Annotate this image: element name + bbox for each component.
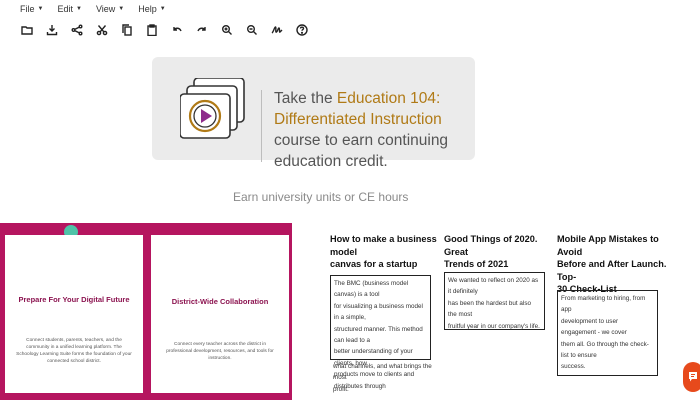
- chat-bubble-icon: [689, 372, 697, 382]
- feature-card[interactable]: Prepare For Your Digital Future Connect …: [5, 235, 143, 393]
- feature-card-description: Connect students, parents, teachers, and…: [16, 338, 132, 364]
- feature-card-title: District-Wide Collaboration: [171, 297, 269, 306]
- article-title-line: Before and After Launch. Top-: [557, 259, 667, 282]
- excerpt-line: fruitful year in our company's life.: [448, 322, 540, 330]
- article-title[interactable]: Good Things of 2020. Great Trends of 202…: [444, 233, 554, 271]
- excerpt-line: structured manner. This method can lead …: [334, 325, 423, 345]
- help-icon[interactable]: [289, 20, 314, 40]
- article-excerpt: We wanted to reflect on 2020 as it defin…: [444, 272, 545, 330]
- menu-bar: File ▼ Edit ▼ View ▼ Help ▼: [0, 0, 700, 18]
- caret-down-icon: ▼: [37, 6, 44, 12]
- cut-icon[interactable]: [89, 20, 114, 40]
- article-excerpt-overflow: what channels, and what brings the most …: [333, 361, 434, 395]
- promo-text: Take the Education 104: Differentiated I…: [274, 88, 474, 172]
- paste-icon[interactable]: [139, 20, 164, 40]
- excerpt-line: for visualizing a business model in a si…: [334, 302, 423, 322]
- undo-icon[interactable]: [164, 20, 189, 40]
- redo-icon[interactable]: [189, 20, 214, 40]
- menu-file-label: File: [20, 4, 35, 14]
- excerpt-line: The BMC (business model canvas) is a too…: [334, 280, 409, 299]
- share-icon[interactable]: [64, 20, 89, 40]
- menu-help[interactable]: Help ▼: [138, 4, 165, 14]
- article-title-line: Trends of 2021: [444, 259, 509, 269]
- signature-icon[interactable]: [264, 20, 289, 40]
- caret-down-icon: ▼: [159, 6, 166, 12]
- caret-down-icon: ▼: [118, 6, 125, 12]
- article-title-line: Good Things of 2020. Great: [444, 234, 538, 257]
- menu-help-label: Help: [138, 4, 157, 14]
- promo-divider: [261, 90, 262, 162]
- course-name-link-2[interactable]: Differentiated Instruction: [274, 109, 474, 130]
- excerpt-line: success.: [561, 363, 586, 371]
- folder-open-icon[interactable]: [14, 20, 39, 40]
- promo-prefix: Take the: [274, 90, 337, 107]
- menu-view-label: View: [95, 4, 116, 14]
- toolbar: [14, 20, 314, 40]
- article-title-line: canvas for a startup: [330, 259, 418, 269]
- feature-card-title: Prepare For Your Digital Future: [18, 295, 130, 304]
- article-title[interactable]: Mobile App Mistakes to Avoid Before and …: [557, 233, 667, 296]
- feature-card-description: Connect every teacher across the distric…: [166, 342, 274, 361]
- article-excerpt: The BMC (business model canvas) is a too…: [330, 275, 431, 390]
- feature-card[interactable]: District-Wide Collaboration Connect ever…: [151, 235, 289, 393]
- excerpt-line: We wanted to reflect on 2020 as it defin…: [448, 277, 539, 296]
- excerpt-line: development to user engagement - we cove…: [561, 317, 627, 337]
- menu-file[interactable]: File ▼: [20, 4, 43, 14]
- zoom-in-icon[interactable]: [214, 20, 239, 40]
- excerpt-line: has been the hardest but also the most: [448, 299, 531, 319]
- excerpt-line: profit.: [333, 385, 349, 393]
- caret-down-icon: ▼: [75, 6, 82, 12]
- promo-suffix-2: education credit.: [274, 153, 388, 170]
- chat-button[interactable]: [683, 362, 700, 392]
- excerpt-line: what channels, and what brings the most: [333, 363, 432, 382]
- article-title-line: Mobile App Mistakes to Avoid: [557, 234, 659, 257]
- zoom-out-icon[interactable]: [239, 20, 264, 40]
- excerpt-line: them all. Go through the check-list to e…: [561, 340, 649, 360]
- promo-subtitle: Earn university units or CE hours: [233, 190, 409, 204]
- course-name-link[interactable]: Education 104:: [337, 90, 440, 107]
- menu-edit-label: Edit: [57, 4, 73, 14]
- article-title-line: How to make a business model: [330, 234, 437, 257]
- video-course-icon: [180, 78, 245, 139]
- promo-line-1: Take the Education 104:: [274, 88, 474, 109]
- article-title[interactable]: How to make a business model canvas for …: [330, 233, 440, 271]
- download-icon[interactable]: [39, 20, 64, 40]
- article-excerpt: From marketing to hiring, from app devel…: [557, 290, 658, 376]
- menu-edit[interactable]: Edit ▼: [57, 4, 81, 14]
- promo-suffix-1: course to earn continuing: [274, 132, 449, 149]
- copy-icon[interactable]: [114, 20, 139, 40]
- excerpt-line: From marketing to hiring, from app: [561, 295, 646, 314]
- menu-view[interactable]: View ▼: [96, 4, 124, 14]
